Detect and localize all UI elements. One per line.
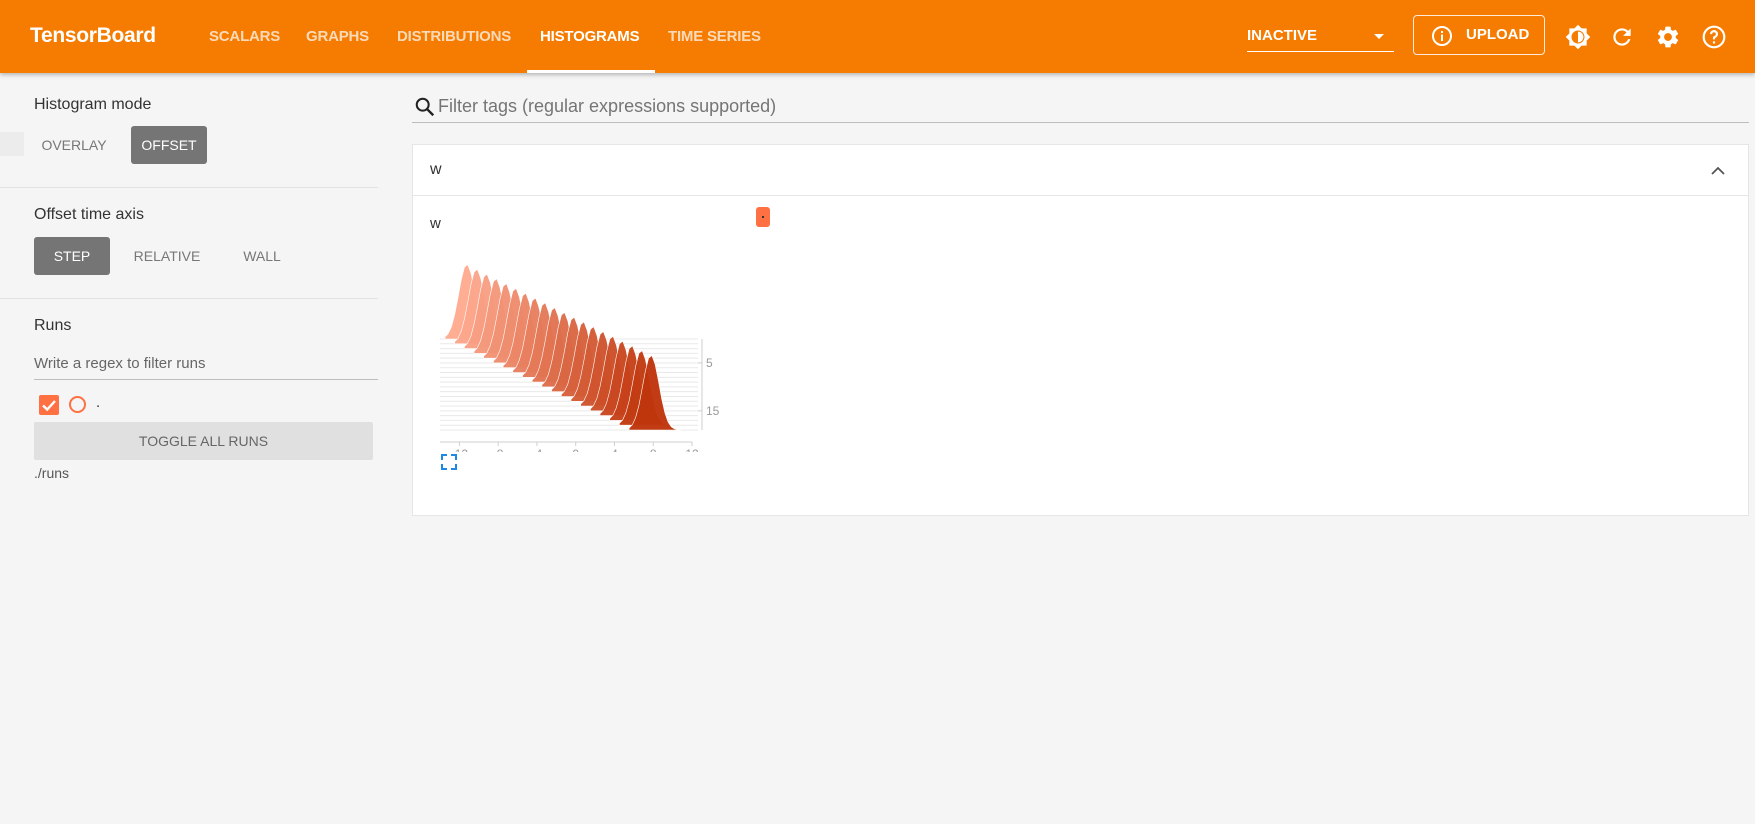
- runs-title: Runs: [34, 317, 72, 334]
- search-underline: [412, 122, 1749, 123]
- plot-title: w: [430, 215, 441, 232]
- offset-time-axis-title: Offset time axis: [34, 206, 144, 223]
- chevron-up-icon[interactable]: [1710, 163, 1726, 184]
- chevron-down-icon: [1374, 34, 1384, 39]
- log-directory-label: ./runs: [34, 465, 70, 481]
- wall-axis-button[interactable]: WALL: [226, 237, 298, 275]
- brightness-icon[interactable]: [1565, 24, 1591, 55]
- tab-graphs[interactable]: GRAPHS: [306, 28, 369, 45]
- section-divider: [0, 298, 378, 299]
- sidebar: Histogram mode OVERLAY OFFSET Offset tim…: [0, 73, 378, 824]
- x-tick-label: 12: [685, 447, 699, 452]
- help-icon[interactable]: [1701, 24, 1727, 55]
- check-icon: [42, 400, 56, 412]
- card-title: w: [430, 161, 442, 178]
- info-icon: [1431, 25, 1453, 51]
- run-badge-dot: [762, 216, 764, 218]
- tab-distributions[interactable]: DISTRIBUTIONS: [397, 28, 511, 45]
- histogram-mode-title: Histogram mode: [34, 96, 152, 113]
- x-tick-label: -8: [493, 447, 504, 452]
- toggle-all-runs-button[interactable]: TOGGLE ALL RUNS: [34, 422, 373, 460]
- sidebar-toggle-handle[interactable]: [0, 132, 24, 156]
- overlay-mode-button[interactable]: OVERLAY: [34, 126, 114, 164]
- x-tick-label: -4: [532, 447, 543, 452]
- x-tick-label: 4: [611, 447, 618, 452]
- tag-filter-input[interactable]: Filter tags (regular expressions support…: [438, 96, 776, 117]
- fullscreen-icon[interactable]: [440, 453, 458, 476]
- upload-label: UPLOAD: [1466, 26, 1530, 43]
- run-name-label: .: [96, 394, 101, 411]
- search-icon: [414, 96, 436, 123]
- tab-scalars[interactable]: SCALARS: [209, 28, 280, 45]
- refresh-icon[interactable]: [1609, 24, 1635, 55]
- tab-histograms[interactable]: HISTOGRAMS: [540, 28, 640, 45]
- app-title: TensorBoard: [30, 24, 156, 47]
- active-tab-indicator: [527, 70, 655, 73]
- y-tick-label: 15: [706, 404, 720, 418]
- top-app-bar: TensorBoard SCALARS GRAPHS DISTRIBUTIONS…: [0, 0, 1755, 73]
- upload-button[interactable]: UPLOAD: [1413, 15, 1545, 55]
- settings-icon[interactable]: [1655, 24, 1681, 55]
- run-checkbox[interactable]: [39, 395, 59, 415]
- section-divider: [0, 187, 378, 188]
- dropdown-value: INACTIVE: [1247, 27, 1318, 44]
- runs-filter-input[interactable]: Write a regex to filter runs: [34, 352, 378, 380]
- offset-mode-button[interactable]: OFFSET: [131, 126, 207, 164]
- histogram-chart[interactable]: -12 -8 -4 0 4 8 12 5 15: [430, 237, 750, 452]
- x-tick-label: 0: [572, 447, 579, 452]
- histogram-card: w w -12 -8 -4 0 4 8 12 5 15: [412, 144, 1749, 516]
- step-axis-button[interactable]: STEP: [34, 237, 110, 275]
- x-tick-label: 8: [650, 447, 657, 452]
- inactive-plugins-dropdown[interactable]: INACTIVE: [1247, 22, 1394, 52]
- run-badge[interactable]: [756, 207, 770, 227]
- y-tick-label: 5: [706, 356, 713, 370]
- x-tick-label: -12: [451, 447, 469, 452]
- card-header[interactable]: w: [413, 145, 1748, 196]
- relative-axis-button[interactable]: RELATIVE: [124, 237, 210, 275]
- run-color-radio[interactable]: [69, 396, 86, 413]
- tab-time-series[interactable]: TIME SERIES: [668, 28, 761, 45]
